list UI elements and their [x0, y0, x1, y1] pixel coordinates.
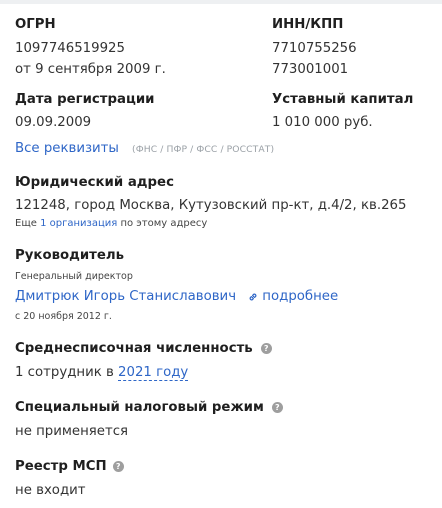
help-icon[interactable]: ?: [260, 343, 272, 354]
head-name-row: Дмитрюк Игорь Станиславович подробнее: [15, 289, 338, 304]
headcount-value: 1 сотрудник в: [15, 365, 114, 380]
ogrn-date: от 9 сентября 2009 г.: [15, 62, 166, 77]
msp-row: Реестр МСП?: [15, 459, 124, 474]
tax-regime-row: Специальный налоговый режим?: [15, 400, 283, 415]
ogrn-value: 1097746519925: [15, 41, 125, 56]
all-requisites-link[interactable]: Все реквизиты: [15, 141, 119, 156]
capital-label: Уставный капитал: [272, 92, 414, 107]
headcount-year-link[interactable]: 2021 году: [118, 365, 189, 381]
address-more-prefix: Еще: [15, 218, 37, 229]
help-icon[interactable]: ?: [271, 402, 283, 413]
head-details-wrap[interactable]: подробнее: [248, 289, 338, 304]
head-since: с 20 ноября 2012 г.: [15, 311, 112, 322]
msp-value: не входит: [15, 483, 86, 498]
help-icon[interactable]: ?: [112, 461, 124, 472]
headcount-value-row: 1 сотрудник в 2021 году: [15, 365, 189, 381]
ogrn-label: ОГРН: [15, 17, 56, 32]
address-organizations-link[interactable]: 1 организация: [40, 218, 117, 229]
tax-regime-value: не применяется: [15, 424, 129, 439]
address-more-suffix: по этому адресу: [120, 218, 208, 229]
requisites-row: Все реквизиты (ФНС / ПФР / ФСС / РОССТАТ…: [15, 137, 274, 156]
head-position: Генеральный директор: [15, 271, 133, 282]
top-divider: [0, 0, 442, 4]
inn-kpp-label: ИНН/КПП: [272, 17, 344, 32]
msp-label: Реестр МСП: [15, 459, 107, 474]
tax-regime-label: Специальный налоговый режим: [15, 400, 264, 415]
kpp-value: 773001001: [272, 62, 349, 77]
headcount-label: Среднесписочная численность: [15, 341, 253, 356]
capital-value: 1 010 000 руб.: [272, 115, 373, 130]
address-more-row: Еще 1 организация по этому адресу: [15, 218, 207, 229]
address-label: Юридический адрес: [15, 175, 174, 190]
headcount-row: Среднесписочная численность?: [15, 341, 272, 356]
head-name-link[interactable]: Дмитрюк Игорь Станиславович: [15, 289, 236, 304]
head-details-link[interactable]: подробнее: [262, 289, 338, 304]
link-icon: [249, 293, 257, 301]
inn-value: 7710755256: [272, 41, 357, 56]
registration-label: Дата регистрации: [15, 92, 155, 107]
registration-value: 09.09.2009: [15, 115, 92, 130]
address-value: 121248, город Москва, Кутузовский пр-кт,…: [15, 198, 407, 213]
requisites-note: (ФНС / ПФР / ФСС / РОССТАТ): [132, 144, 275, 155]
head-label: Руководитель: [15, 248, 125, 263]
